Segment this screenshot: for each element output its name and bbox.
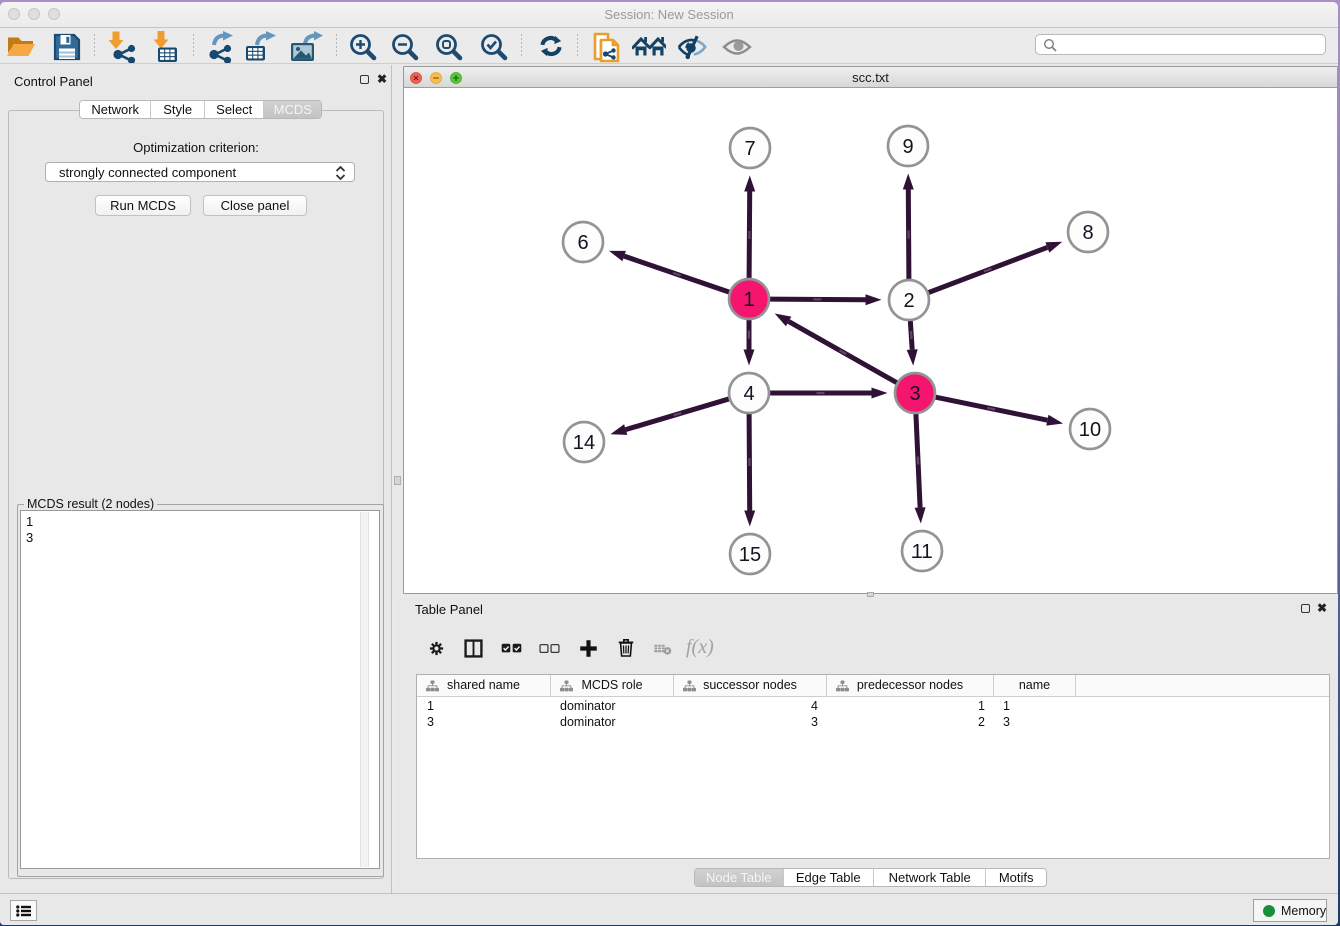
svg-text:9: 9 bbox=[902, 136, 913, 158]
svg-text:14: 14 bbox=[573, 432, 595, 454]
svg-text:15: 15 bbox=[739, 544, 761, 566]
svg-text:11: 11 bbox=[912, 541, 933, 563]
svg-text:6: 6 bbox=[577, 232, 588, 254]
svg-text:4: 4 bbox=[743, 383, 754, 405]
svg-text:2: 2 bbox=[903, 290, 914, 312]
svg-text:8: 8 bbox=[1082, 222, 1093, 244]
svg-text:3: 3 bbox=[909, 383, 920, 405]
svg-text:7: 7 bbox=[744, 138, 755, 160]
svg-text:1: 1 bbox=[743, 289, 754, 311]
svg-text:10: 10 bbox=[1079, 419, 1101, 441]
